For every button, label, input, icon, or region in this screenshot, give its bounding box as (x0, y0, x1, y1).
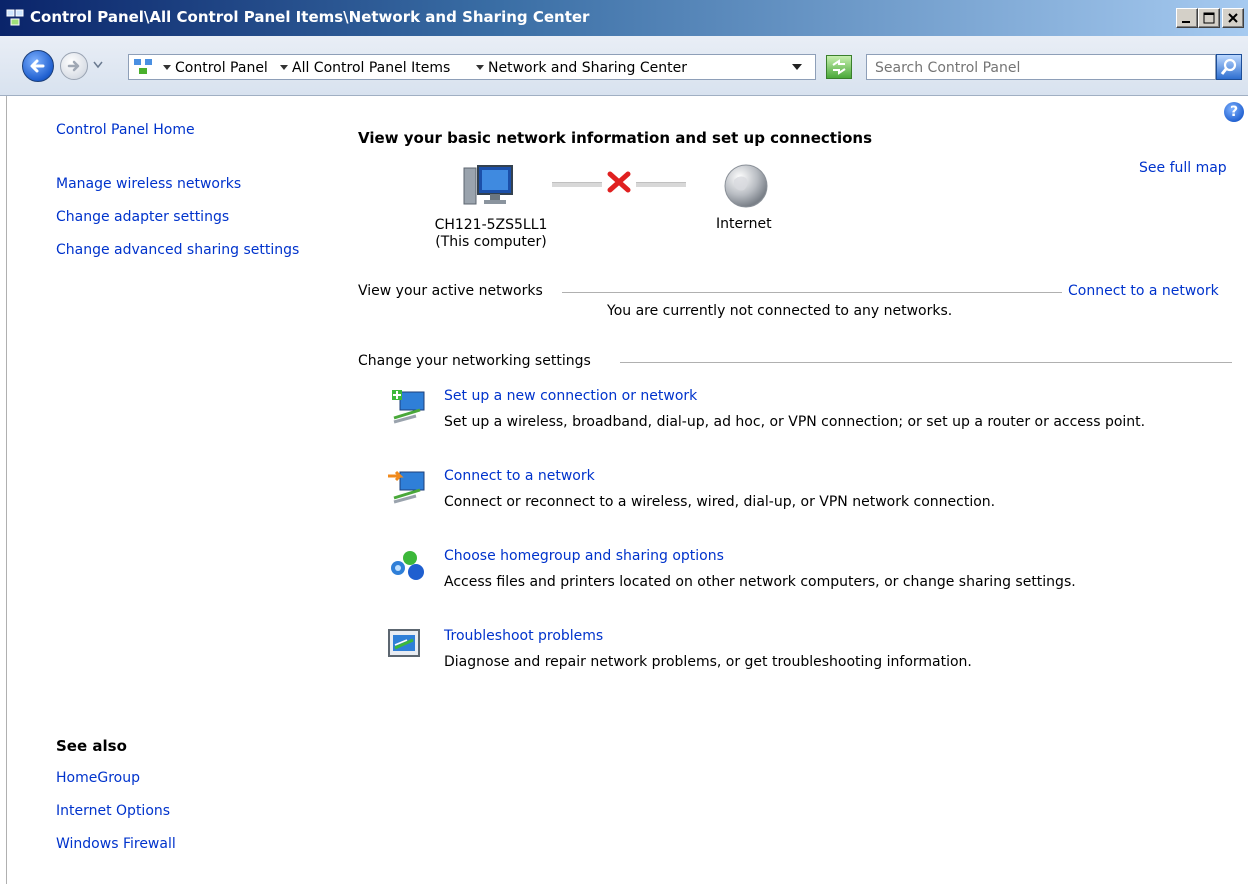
left-border (6, 96, 7, 884)
see-full-map-link[interactable]: See full map (1139, 160, 1227, 176)
network-center-icon (6, 9, 24, 26)
connection-status: You are currently not connected to any n… (607, 303, 953, 319)
connection-line (636, 182, 686, 187)
task-title[interactable]: Set up a new connection or network (444, 388, 697, 404)
forward-arrow-icon (67, 60, 80, 72)
globe-icon[interactable] (722, 162, 770, 210)
window-title: Control Panel\All Control Panel Items\Ne… (30, 8, 590, 26)
connect-network-icon[interactable] (386, 468, 432, 504)
computer-subtitle: (This computer) (435, 234, 547, 250)
computer-icon[interactable] (462, 164, 516, 208)
forward-button[interactable] (60, 52, 88, 80)
maximize-button[interactable] (1198, 8, 1220, 28)
search-icon (1220, 58, 1237, 75)
minimize-button[interactable] (1176, 8, 1198, 28)
homegroup-link[interactable]: HomeGroup (56, 770, 140, 786)
homegroup-icon[interactable] (386, 548, 432, 584)
task-description: Access files and printers located on oth… (444, 574, 1076, 590)
connection-line (552, 182, 602, 187)
search-button[interactable] (1216, 54, 1242, 80)
windows-firewall-link[interactable]: Windows Firewall (56, 836, 176, 852)
address-toolbar: Control Panel All Control Panel Items Ne… (0, 36, 1248, 96)
back-arrow-icon (30, 59, 45, 73)
title-bar: Control Panel\All Control Panel Items\Ne… (0, 0, 1248, 36)
computer-name: CH121-5ZS5LL1 (434, 217, 548, 233)
breadcrumb[interactable]: Control Panel All Control Panel Items Ne… (128, 54, 816, 80)
close-button[interactable] (1222, 8, 1244, 28)
task-description: Set up a wireless, broadband, dial-up, a… (444, 414, 1146, 430)
task-description: Connect or reconnect to a wireless, wire… (444, 494, 996, 510)
chevron-down-icon[interactable] (280, 65, 288, 71)
networking-settings-heading: Change your networking settings (358, 353, 591, 369)
network-center-icon (134, 59, 152, 74)
refresh-icon (832, 59, 846, 75)
help-icon[interactable]: ? (1224, 102, 1244, 122)
internet-label: Internet (716, 216, 772, 232)
task-title[interactable]: Choose homegroup and sharing options (444, 548, 724, 564)
see-also-heading: See also (56, 737, 127, 755)
breadcrumb-all-items[interactable]: All Control Panel Items (292, 60, 450, 76)
breadcrumb-control-panel[interactable]: Control Panel (175, 60, 268, 76)
divider (620, 362, 1232, 363)
task-title[interactable]: Troubleshoot problems (444, 628, 603, 644)
red-x-icon[interactable] (606, 170, 632, 194)
troubleshoot-icon[interactable] (386, 628, 432, 664)
chevron-down-icon[interactable] (163, 65, 171, 71)
task-title[interactable]: Connect to a network (444, 468, 595, 484)
minimize-icon (1182, 21, 1190, 23)
chevron-down-icon[interactable] (476, 65, 484, 71)
breadcrumb-network-sharing[interactable]: Network and Sharing Center (488, 60, 687, 76)
change-sharing-link[interactable]: Change advanced sharing settings (56, 242, 299, 258)
task-description: Diagnose and repair network problems, or… (444, 654, 972, 670)
control-panel-home-link[interactable]: Control Panel Home (56, 122, 195, 138)
divider (562, 292, 1062, 293)
page-title: View your basic network information and … (358, 129, 872, 147)
back-button[interactable] (22, 50, 54, 82)
connect-to-network-link[interactable]: Connect to a network (1068, 283, 1219, 299)
internet-options-link[interactable]: Internet Options (56, 803, 170, 819)
close-icon (1228, 13, 1238, 23)
change-adapter-link[interactable]: Change adapter settings (56, 209, 229, 225)
manage-wireless-link[interactable]: Manage wireless networks (56, 176, 241, 192)
address-dropdown-icon[interactable] (792, 64, 802, 71)
active-networks-heading: View your active networks (358, 283, 543, 299)
search-field[interactable] (866, 54, 1216, 80)
search-input[interactable] (875, 59, 1175, 77)
refresh-button[interactable] (826, 55, 852, 79)
new-connection-icon[interactable] (386, 388, 432, 424)
recent-pages-chevron-icon[interactable] (92, 60, 104, 70)
maximize-icon (1203, 12, 1215, 24)
